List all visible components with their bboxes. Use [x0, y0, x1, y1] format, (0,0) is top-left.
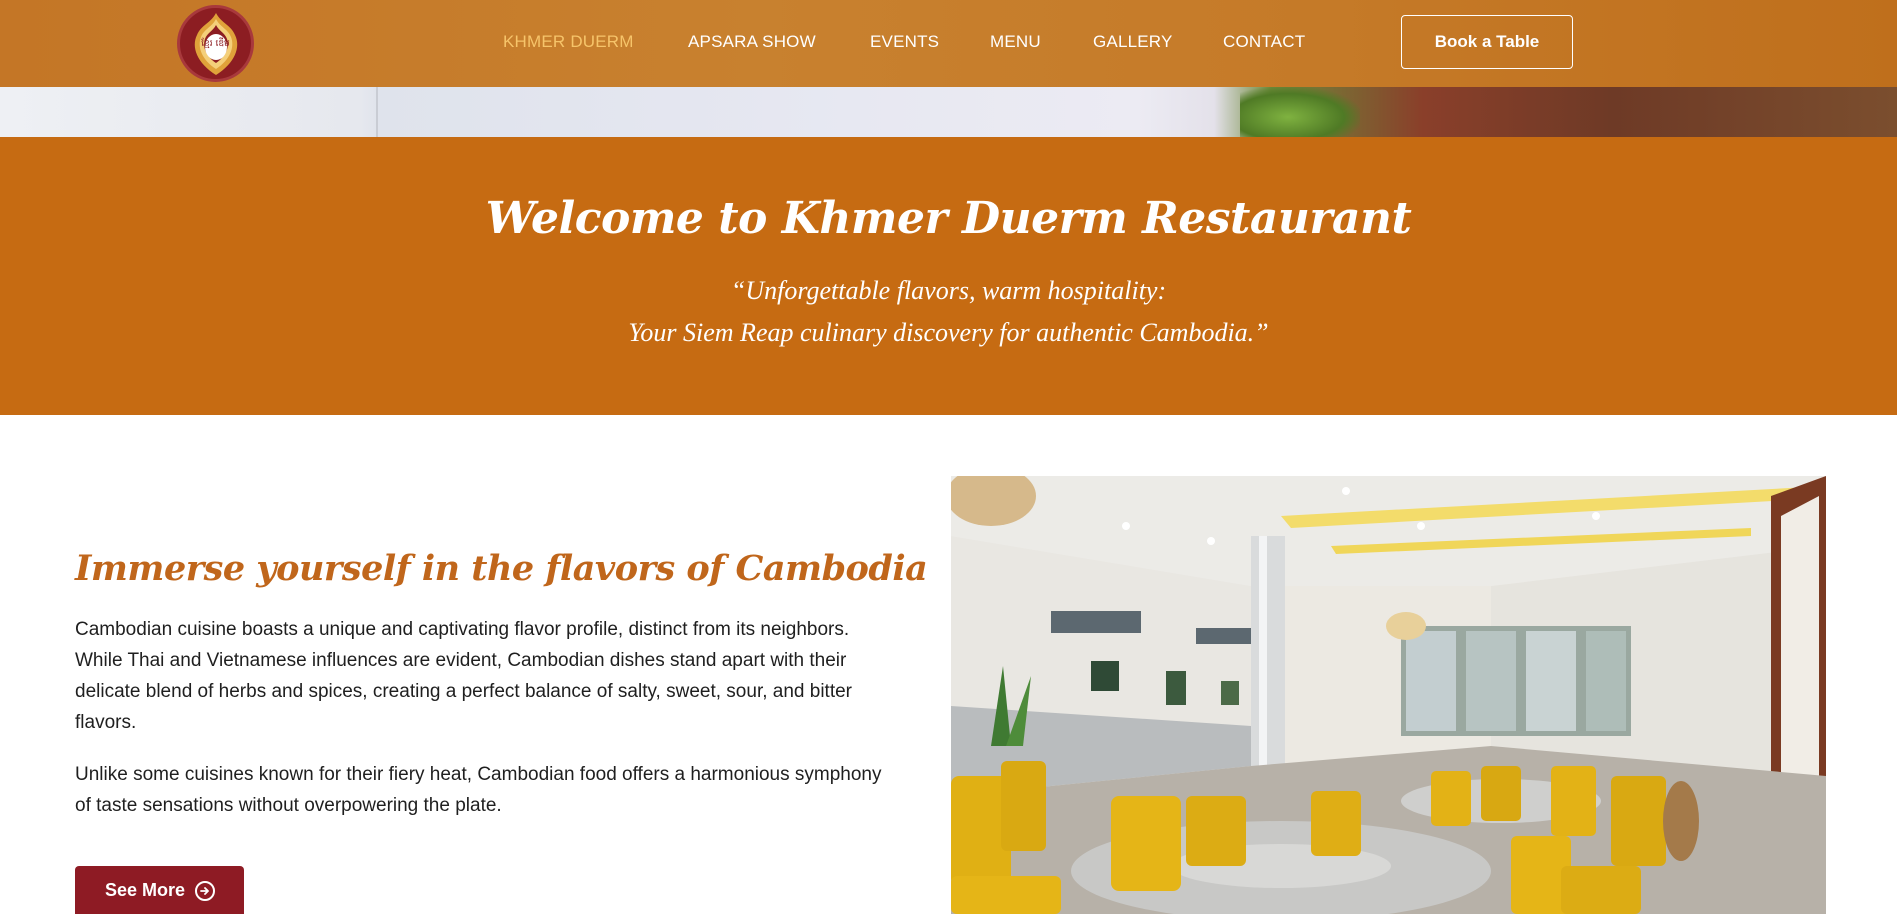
see-more-label: See More	[105, 880, 186, 900]
tagline-line-2: Your Siem Reap culinary discovery for au…	[628, 318, 1269, 347]
nav-item-menu[interactable]: MENU	[990, 32, 1041, 52]
nav-item-apsara-show[interactable]: APSARA SHOW	[688, 32, 816, 52]
main-nav: KHMER DUERM APSARA SHOW EVENTS MENU GALL…	[0, 0, 1897, 87]
restaurant-interior-photo	[951, 476, 1826, 914]
hero-greens	[1240, 87, 1360, 137]
intro-paragraph-2: Unlike some cuisines known for their fie…	[75, 764, 882, 816]
nav-item-events[interactable]: EVENTS	[870, 32, 939, 52]
intro-paragraph-1: Cambodian cuisine boasts a unique and ca…	[75, 619, 852, 733]
hero-divider	[376, 87, 378, 137]
arrow-circle-right-icon	[195, 881, 216, 901]
welcome-tagline: “Unforgettable flavors, warm hospitality…	[0, 270, 1897, 354]
book-table-button[interactable]: Book a Table	[1401, 15, 1573, 69]
section-title: Immerse yourself in the flavors of Cambo…	[75, 548, 928, 589]
welcome-title: Welcome to Khmer Duerm Restaurant	[485, 193, 1412, 244]
nav-item-contact[interactable]: CONTACT	[1223, 32, 1305, 52]
welcome-section: Welcome to Khmer Duerm Restaurant “Unfor…	[0, 137, 1897, 415]
tagline-line-1: “Unforgettable flavors, warm hospitality…	[730, 276, 1167, 305]
see-more-button[interactable]: See More	[75, 866, 244, 914]
site-header: ខ្មែរ ឌើម KHMER DUERM APSARA SHOW EVENTS…	[0, 0, 1897, 87]
nav-item-gallery[interactable]: GALLERY	[1093, 32, 1173, 52]
nav-item-khmer-duerm[interactable]: KHMER DUERM	[503, 32, 634, 52]
